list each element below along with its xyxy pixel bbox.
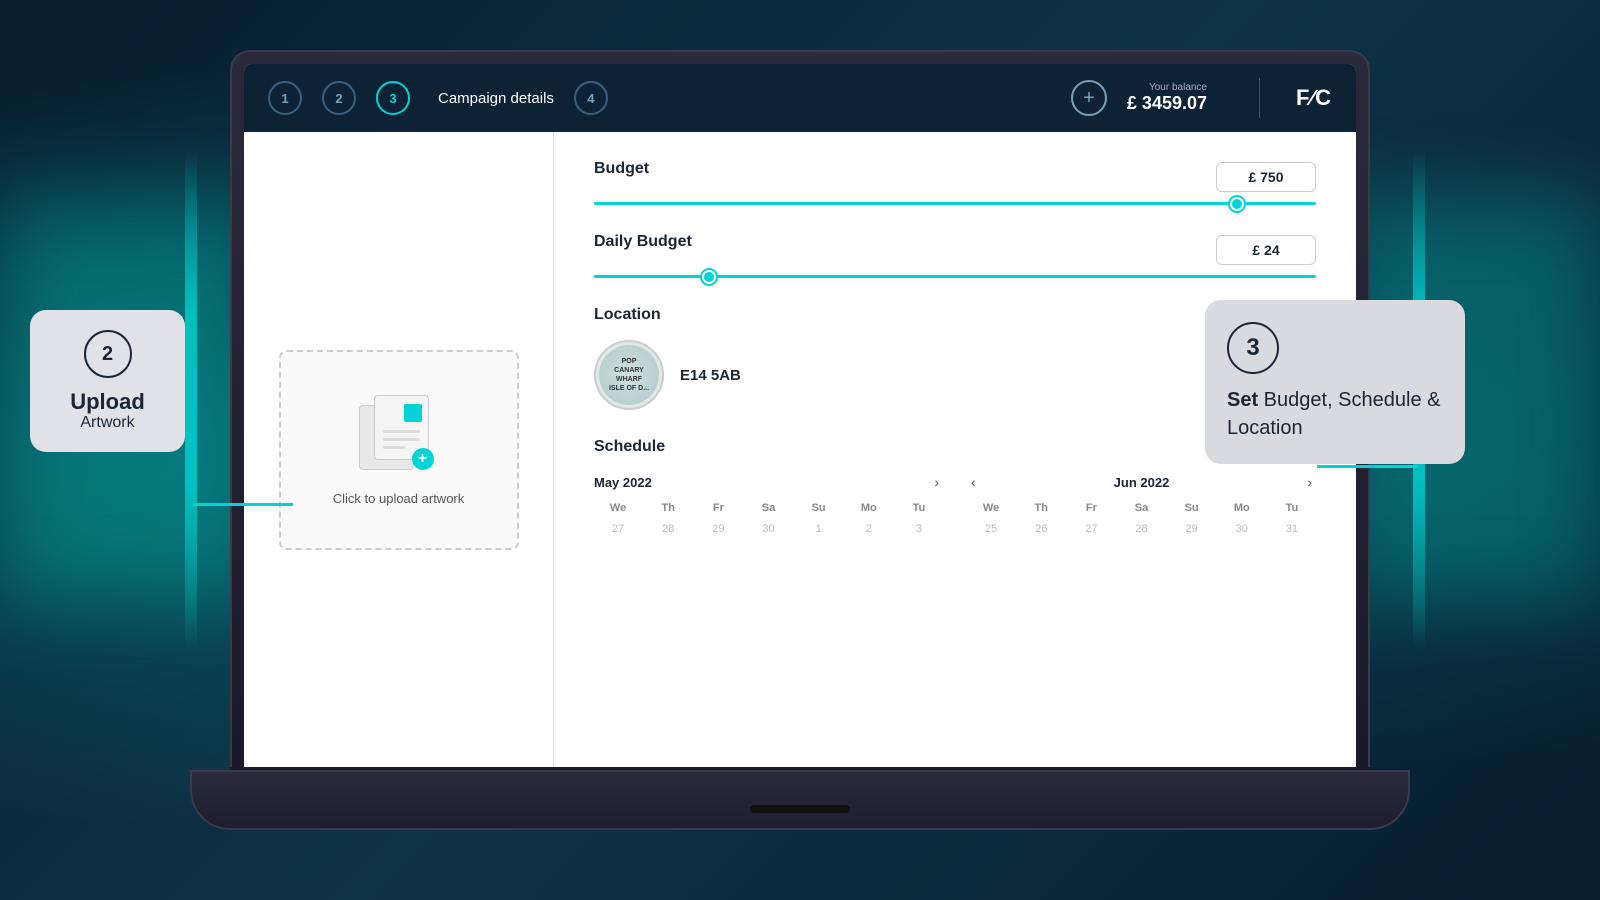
callout-2-title: Upload: [70, 390, 145, 414]
may-col-th: Th: [644, 500, 692, 516]
app-main: + Click to upload artwork Budget: [244, 132, 1356, 768]
laptop-base: [190, 770, 1410, 830]
budget-row: Budget: [594, 160, 1316, 194]
callout-2-subtitle: Artwork: [70, 414, 145, 432]
balance-amount: £ 3459.07: [1127, 93, 1207, 114]
may-calendar: May 2022 › We Th Fr Sa Su Mo Tu: [594, 472, 943, 538]
may-month-header: May 2022 ›: [594, 472, 943, 492]
upload-plus-icon: +: [412, 448, 434, 470]
app-header: 1 2 3 Campaign details 4 + Your balance …: [244, 64, 1356, 132]
may-days-header: We Th Fr Sa Su Mo Tu: [594, 500, 943, 516]
laptop-container: 1 2 3 Campaign details 4 + Your balance …: [230, 50, 1370, 830]
upload-area[interactable]: + Click to upload artwork: [279, 350, 519, 550]
may-day-28[interactable]: 28: [644, 520, 692, 538]
may-col-we: We: [594, 500, 642, 516]
daily-budget-slider-container[interactable]: [594, 275, 1316, 278]
logo: F∕C: [1296, 85, 1332, 111]
callout-3-number: 3: [1227, 322, 1279, 374]
may-day-2[interactable]: 2: [845, 520, 893, 538]
jun-days-header: We Th Fr Sa Su Mo Tu: [967, 500, 1316, 516]
jun-prev-button[interactable]: ‹: [967, 472, 980, 492]
jun-day-27[interactable]: 27: [1067, 520, 1115, 538]
may-day-3[interactable]: 3: [895, 520, 943, 538]
callout-set-budget: 3 Set Budget, Schedule & Location: [1205, 300, 1465, 464]
budget-input[interactable]: [1216, 162, 1316, 192]
daily-budget-input[interactable]: [1216, 235, 1316, 265]
step-4-circle[interactable]: 4: [574, 81, 608, 115]
callout-upload-artwork: 2 Upload Artwork: [30, 310, 185, 452]
daily-budget-title: Daily Budget: [594, 233, 692, 251]
jun-day-26[interactable]: 26: [1017, 520, 1065, 538]
may-month-label: May 2022: [594, 475, 652, 490]
step-3-circle[interactable]: 3: [376, 81, 410, 115]
jun-days-grid: 25 26 27 28 29 30 31: [967, 520, 1316, 538]
jun-month-label: Jun 2022: [1114, 475, 1170, 490]
jun-col-tu: Tu: [1268, 500, 1316, 516]
jun-col-sa: Sa: [1117, 500, 1165, 516]
jun-calendar: ‹ Jun 2022 › We Th Fr Sa Su Mo: [967, 472, 1316, 538]
jun-day-31[interactable]: 31: [1268, 520, 1316, 538]
callout-3-text: Set Budget, Schedule & Location: [1227, 386, 1443, 442]
may-day-27[interactable]: 27: [594, 520, 642, 538]
calendars-wrapper: May 2022 › We Th Fr Sa Su Mo Tu: [594, 472, 1316, 538]
jun-month-header: ‹ Jun 2022 ›: [967, 472, 1316, 492]
budget-title: Budget: [594, 160, 649, 178]
map-label: POPCANARYWHARFISLE OF D...: [609, 357, 649, 393]
may-col-fr: Fr: [694, 500, 742, 516]
jun-day-30[interactable]: 30: [1218, 520, 1266, 538]
may-col-mo: Mo: [845, 500, 893, 516]
step-1-circle[interactable]: 1: [268, 81, 302, 115]
balance-section: Your balance £ 3459.07: [1127, 82, 1207, 114]
laptop-frame: 1 2 3 Campaign details 4 + Your balance …: [230, 50, 1370, 770]
jun-col-mo: Mo: [1218, 500, 1266, 516]
balance-label: Your balance: [1149, 82, 1207, 93]
doc-color-square: [404, 404, 422, 422]
jun-next-button[interactable]: ›: [1303, 472, 1316, 492]
jun-day-28[interactable]: 28: [1117, 520, 1165, 538]
upload-text: Click to upload artwork: [333, 491, 465, 506]
map-circle: POPCANARYWHARFISLE OF D...: [599, 345, 659, 405]
header-divider: [1259, 78, 1260, 118]
right-connector-line: [1317, 465, 1417, 468]
may-col-sa: Sa: [744, 500, 792, 516]
step-2-circle[interactable]: 2: [322, 81, 356, 115]
laptop-screen: 1 2 3 Campaign details 4 + Your balance …: [244, 64, 1356, 768]
budget-slider-container[interactable]: [594, 202, 1316, 205]
jun-col-th: Th: [1017, 500, 1065, 516]
callout-2-number: 2: [84, 330, 132, 378]
may-days-grid: 27 28 29 30 1 2 3: [594, 520, 943, 538]
jun-day-29[interactable]: 29: [1168, 520, 1216, 538]
may-day-1[interactable]: 1: [795, 520, 843, 538]
may-day-29[interactable]: 29: [694, 520, 742, 538]
left-connector-line: [193, 503, 293, 506]
may-next-button[interactable]: ›: [930, 472, 943, 492]
daily-budget-slider-thumb[interactable]: [702, 270, 716, 284]
step-label: Campaign details: [438, 90, 554, 107]
left-teal-bar: [185, 150, 197, 650]
may-col-tu: Tu: [895, 500, 943, 516]
daily-budget-slider-track: [594, 275, 1316, 278]
upload-icon-stack: +: [359, 395, 439, 475]
budget-slider-thumb[interactable]: [1230, 197, 1244, 211]
may-col-su: Su: [795, 500, 843, 516]
location-postcode: E14 5AB: [680, 367, 741, 384]
add-balance-button[interactable]: +: [1071, 80, 1107, 116]
jun-col-su: Su: [1168, 500, 1216, 516]
location-map: POPCANARYWHARFISLE OF D...: [594, 340, 664, 410]
laptop-notch: [750, 805, 850, 813]
daily-budget-row: Daily Budget: [594, 233, 1316, 267]
budget-slider-track: [594, 202, 1316, 205]
jun-day-25[interactable]: 25: [967, 520, 1015, 538]
artwork-panel: + Click to upload artwork: [244, 132, 554, 768]
jun-col-fr: Fr: [1067, 500, 1115, 516]
may-day-30[interactable]: 30: [744, 520, 792, 538]
jun-col-we: We: [967, 500, 1015, 516]
